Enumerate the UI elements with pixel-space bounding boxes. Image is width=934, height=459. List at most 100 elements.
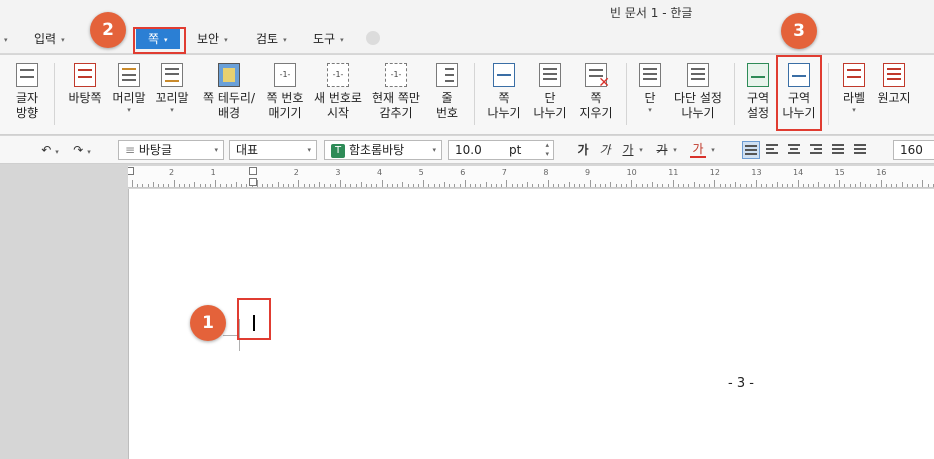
- line-number-button[interactable]: 줄 번호: [430, 57, 464, 121]
- ruler-tick: [179, 184, 180, 187]
- ruler-label: 12: [709, 168, 720, 177]
- master-page-button[interactable]: 바탕쪽: [62, 57, 108, 106]
- ruler-tick: [917, 184, 918, 187]
- ruler-tick: [319, 182, 320, 187]
- page-number-button[interactable]: -1- 쪽 번호 매기기: [264, 57, 306, 121]
- columns-icon: [639, 63, 661, 87]
- chevron-down-icon[interactable]: ▾: [636, 142, 646, 158]
- page-delete-button[interactable]: ✕ 쪽 지우기: [576, 57, 616, 121]
- font-size-field[interactable]: 10.0 pt ▴ ▾: [448, 140, 554, 160]
- ruler-tick: [376, 184, 377, 187]
- ruler-tick: [730, 184, 731, 187]
- language-select[interactable]: 대표 ▾: [229, 140, 317, 160]
- align-justify-button[interactable]: [742, 141, 760, 159]
- column-break-button[interactable]: 단 나누기: [530, 57, 570, 121]
- chevron-down-icon[interactable]: ▾: [708, 142, 718, 158]
- line-spacing-value: 160: [900, 143, 923, 157]
- ruler-tick: [272, 184, 273, 187]
- ruler-label: 2: [293, 168, 299, 177]
- ruler-tick: [340, 180, 341, 187]
- ruler-tick: [569, 182, 570, 187]
- menu-input[interactable]: 입력 ▾: [30, 29, 69, 49]
- ruler-tick: [236, 182, 237, 187]
- ruler-tick: [699, 184, 700, 187]
- menu-overflow-caret[interactable]: ▾: [0, 29, 12, 49]
- ruler-tick: [813, 184, 814, 187]
- new-number-label-2: 시작: [326, 106, 350, 120]
- menu-review[interactable]: 검토 ▾: [252, 29, 291, 49]
- align-center-button[interactable]: [786, 141, 804, 159]
- ruler-label: 9: [585, 168, 591, 177]
- ruler-tick: [512, 184, 513, 187]
- multi-column-button[interactable]: 다단 설정 나누기: [670, 57, 726, 121]
- font-select[interactable]: T 함초롬바탕 ▾: [324, 140, 442, 160]
- chevron-down-icon: ▾: [432, 146, 436, 154]
- ruler-tick: [387, 184, 388, 187]
- multi-column-label-2: 나누기: [681, 106, 715, 120]
- new-number-button[interactable]: -1- 새 번호로 시작: [312, 57, 364, 121]
- ruler-tick: [709, 184, 710, 187]
- text-color-button[interactable]: 가: [690, 142, 706, 158]
- left-margin-marker[interactable]: [128, 167, 134, 175]
- ruler-tick: [371, 184, 372, 187]
- section-settings-label: 구역: [746, 91, 770, 105]
- page-break-button[interactable]: 쪽 나누기: [484, 57, 524, 121]
- style-select[interactable]: ≡ 바탕글 ▾: [118, 140, 224, 160]
- divide-button[interactable]: [852, 141, 870, 159]
- delete-page-icon: ✕: [585, 63, 610, 90]
- char-direction-label: 글자: [15, 91, 39, 105]
- ruler-tick: [262, 184, 263, 187]
- page-border-button[interactable]: 쪽 테두리/ 배경: [200, 57, 258, 121]
- line-spacing-field[interactable]: 160: [893, 140, 934, 160]
- menu-security[interactable]: 보안 ▾: [193, 29, 232, 49]
- column-break-icon: [539, 63, 561, 87]
- stepper-icon[interactable]: ▴ ▾: [545, 141, 549, 159]
- column-break-label: 단: [544, 91, 556, 105]
- page-break-label-2: 나누기: [487, 106, 521, 120]
- chevron-down-icon: ▾: [127, 106, 131, 114]
- menu-tools[interactable]: 도구 ▾: [309, 29, 348, 49]
- redo-button[interactable]: ↷ ▾: [66, 142, 98, 158]
- char-direction-label-2: 방향: [15, 106, 39, 120]
- underline-button[interactable]: 가: [620, 142, 636, 158]
- hide-page-icon: -1-: [385, 63, 407, 87]
- ruler-tick: [480, 184, 481, 187]
- footer-button[interactable]: 꼬리말 ▾: [152, 57, 192, 115]
- help-icon[interactable]: [366, 31, 380, 45]
- manuscript-button[interactable]: 원고지: [874, 57, 914, 106]
- ruler-tick: [408, 184, 409, 187]
- indent-marker[interactable]: [249, 167, 257, 175]
- strikethrough-button[interactable]: 가: [654, 142, 670, 158]
- ruler-tick: [652, 182, 653, 187]
- page-number-icon: -1-: [274, 63, 296, 87]
- language-value: 대표: [236, 143, 259, 157]
- char-direction-button[interactable]: 글자 방향: [6, 57, 48, 121]
- columns-button[interactable]: 단 ▾: [634, 57, 666, 115]
- section-settings-button[interactable]: 구역 설정: [740, 57, 776, 121]
- chevron-down-icon[interactable]: ▾: [670, 142, 680, 158]
- distribute-button[interactable]: [830, 141, 848, 159]
- ruler-tick: [865, 184, 866, 187]
- ruler-tick: [423, 180, 424, 187]
- header-button[interactable]: 머리말 ▾: [110, 57, 148, 115]
- undo-button[interactable]: ↶ ▾: [32, 142, 68, 158]
- italic-button[interactable]: 가: [597, 142, 613, 158]
- ruler-label: 15: [834, 168, 845, 177]
- ruler-tick: [584, 184, 585, 187]
- label-button[interactable]: 라벨 ▾: [836, 57, 872, 115]
- indent-marker[interactable]: [249, 178, 257, 186]
- ruler-tick: [564, 184, 565, 187]
- bold-button[interactable]: 가: [575, 142, 591, 158]
- align-right-button[interactable]: [808, 141, 826, 159]
- ruler-tick: [590, 180, 591, 187]
- hide-current-button[interactable]: -1- 현재 쪽만 감추기: [370, 57, 422, 121]
- step-badge-1: 1: [190, 305, 226, 341]
- ruler[interactable]: 2112345678910111213141516: [128, 166, 934, 188]
- text-direction-icon: [16, 63, 38, 87]
- page-number-label: 쪽 번호: [266, 91, 304, 105]
- align-left-button[interactable]: [764, 141, 782, 159]
- ruler-label: 16: [876, 168, 887, 177]
- header-label: 머리말: [112, 91, 146, 105]
- ruler-label: 2: [169, 168, 175, 177]
- ruler-tick: [283, 184, 284, 187]
